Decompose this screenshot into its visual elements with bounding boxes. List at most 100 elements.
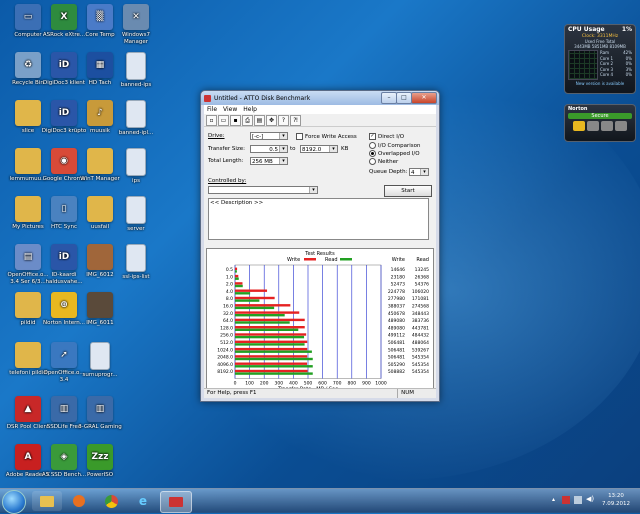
norton-scan-icon[interactable] [587,121,599,131]
desktop-icon-image [87,292,113,318]
overlapped-io-option[interactable]: Overlapped I/O [369,150,420,157]
read-bar [235,306,275,310]
read-value: 106020 [412,289,429,295]
core-name: Core 4 [600,72,614,77]
write-value: 506481 [388,355,405,361]
taskbar-ie-icon[interactable]: e [128,491,158,511]
queue-depth-select[interactable]: 4 ▾ [409,168,429,176]
status-text: For Help, press F1 [207,390,257,396]
y-tick-label: 1.0 [226,274,233,280]
desktop-icon-image: ▦ [87,52,113,78]
menu-help[interactable]: Help [243,106,257,113]
y-tick-label: 4096.0 [217,362,233,368]
menu-view[interactable]: View [223,106,237,113]
read-bar [235,335,305,339]
open-icon[interactable]: ▭ [218,114,229,126]
start-orb[interactable] [2,490,26,514]
controlled-by-select[interactable]: ▾ [208,186,318,194]
transfer-to-select[interactable]: 8192.0 ▾ [300,145,338,153]
read-value: 545354 [412,369,429,375]
force-write-checkbox[interactable] [296,133,303,140]
tray-network-icon[interactable] [574,496,582,504]
force-write-option[interactable]: Force Write Access [296,133,357,140]
taskbar-media-player-icon[interactable] [64,491,94,511]
cpu-mem-values: 3443MB 5851MB 8109MB [574,44,626,49]
cpu-gadget-footer[interactable]: New version is available [565,81,635,86]
norton-tasks-icon[interactable] [615,121,627,131]
x-tick-label: 900 [362,381,371,387]
desktop-icon[interactable]: banned-ips [112,52,160,89]
description-text: << Description >> [210,200,264,206]
read-bar [235,314,285,317]
x-tick-label: 800 [348,381,357,387]
neither-label: Neither [378,159,399,165]
desktop-icon-label: server [127,226,145,232]
minimize-button[interactable]: – [381,92,397,104]
write-bar [235,289,268,292]
controlled-by-label: Controlled by: [208,178,247,184]
y-tick-label: 0.5 [226,267,233,273]
taskbar-chrome-icon[interactable] [96,491,126,511]
status-bar: For Help, press F1 NUM [204,388,436,398]
taskbar-atto-icon[interactable] [160,491,192,513]
desktop-icon[interactable]: banned-ipl... [112,100,160,137]
close-button[interactable]: ✕ [411,92,437,104]
save-icon[interactable]: ▪ [230,114,241,126]
tray-volume-icon[interactable]: ◀) [586,495,594,503]
direct-io-checkbox[interactable]: ✓ [369,133,376,140]
desktop-icon[interactable]: ▥ 3-GRAL Gaming [76,396,124,431]
read-value: 488064 [412,340,429,346]
norton-gadget[interactable]: Norton Secure [564,104,636,142]
transfer-from-select[interactable]: 0.5 ▾ [250,145,288,153]
norton-shield-icon[interactable] [573,121,585,131]
desktop-icon[interactable]: IMG_6011 [76,292,124,327]
cpu-usage-gadget[interactable]: CPU Usage 1% Clock: 3311MHz Used Free To… [564,24,636,94]
menu-file[interactable]: File [207,106,217,113]
write-bar [235,311,300,314]
preview-icon[interactable]: ▤ [254,114,265,126]
desktop-icon[interactable]: ✕ Windows7 Manager [112,4,160,45]
write-value: 508882 [388,369,405,375]
io-comparison-option[interactable]: I/O Comparison [369,142,420,149]
overlapped-io-radio[interactable] [369,150,376,157]
tray-show-hidden-icon[interactable]: ▴ [552,496,555,503]
new-icon[interactable]: ▫ [206,114,217,126]
desktop-icon-image: ◈ [51,444,77,470]
neither-option[interactable]: Neither [369,158,398,165]
write-value: 23180 [391,274,405,280]
direct-io-option[interactable]: ✓ Direct I/O [369,133,404,140]
desktop-icon-image [87,148,113,174]
x-tick-label: 1000 [375,381,387,387]
tray-clock[interactable]: 13:20 7.09.2012 [598,492,634,508]
move-icon[interactable]: ✥ [266,114,277,126]
title-bar[interactable]: Untitled - ATTO Disk Benchmark – □ ✕ [201,91,439,105]
help-icon[interactable]: ? [278,114,289,126]
io-comparison-radio[interactable] [369,142,376,149]
description-box[interactable]: << Description >> [208,198,429,240]
desktop-icon-label: Windows7 Manager [121,32,151,45]
chevron-down-icon: ▾ [329,146,337,152]
context-help-icon[interactable]: ⁈ [290,114,301,126]
neither-radio[interactable] [369,158,376,165]
desktop-icon[interactable]: ssl-ips-list [112,244,160,281]
y-tick-label: 256.0 [220,333,233,339]
tray-flag-icon[interactable] [562,496,570,504]
desktop-icon[interactable]: Zzz PowerISO [76,444,124,479]
drive-select[interactable]: [-c-] ▾ [250,132,288,140]
desktop-icon[interactable]: ips [112,148,160,185]
write-value: 505290 [388,362,405,368]
kb-label: KB [341,146,349,152]
desktop-icon-image: ➚ [51,342,77,368]
desktop-icon-image [15,148,41,174]
maximize-button[interactable]: □ [396,92,412,104]
total-length-select[interactable]: 256 MB ▾ [250,157,288,165]
direct-io-label: Direct I/O [378,134,405,140]
print-icon[interactable]: ⎙ [242,114,253,126]
write-value: 506481 [388,347,405,353]
desktop-icon[interactable]: surnuprogr... [76,342,124,379]
start-button[interactable]: Start [384,185,432,197]
norton-settings-icon[interactable] [601,121,613,131]
desktop-icon[interactable]: server [112,196,160,233]
desktop-icon-image: ▒ [87,4,113,30]
taskbar-explorer-icon[interactable] [32,491,62,511]
